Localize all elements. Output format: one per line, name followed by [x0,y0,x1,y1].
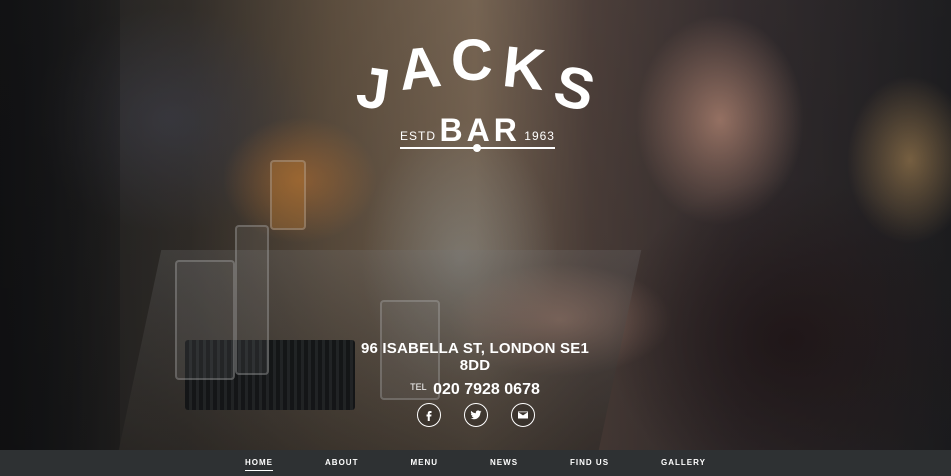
nav-item-news[interactable]: NEWS [464,450,544,476]
logo-bar: BAR [439,112,521,148]
email-icon[interactable] [511,403,535,427]
nav-item-find-us[interactable]: FIND US [544,450,635,476]
address: 96 ISABELLA ST, LONDON SE1 8DD [360,340,590,374]
logo-letter: J [352,54,394,123]
nav-item-home[interactable]: HOME [219,450,299,476]
jacks-bar-logo[interactable]: J A C K S ESTD BAR 1963 [340,32,610,152]
twitter-icon[interactable] [464,403,488,427]
logo-letter: K [499,33,548,104]
phone-line: TEL 020 7928 0678 [360,381,590,399]
tel-prefix: TEL [410,382,427,392]
logo-letter: A [395,33,445,104]
facebook-icon[interactable] [417,403,441,427]
logo-name: J A C K S [340,32,610,125]
logo-rule [400,144,555,152]
logo-letter: S [547,52,601,125]
contact-info: 96 ISABELLA ST, LONDON SE1 8DD TEL 020 7… [360,340,590,399]
logo-letter: C [450,28,493,93]
nav-item-about[interactable]: ABOUT [299,450,384,476]
logo-year: 1963 [524,129,555,143]
social-links [417,403,535,427]
phone-number[interactable]: 020 7928 0678 [433,381,540,398]
logo-estd: ESTD [400,129,437,143]
main-navigation: HOME ABOUT MENU NEWS FIND US GALLERY [0,450,951,476]
nav-item-gallery[interactable]: GALLERY [635,450,732,476]
nav-item-menu[interactable]: MENU [384,450,464,476]
